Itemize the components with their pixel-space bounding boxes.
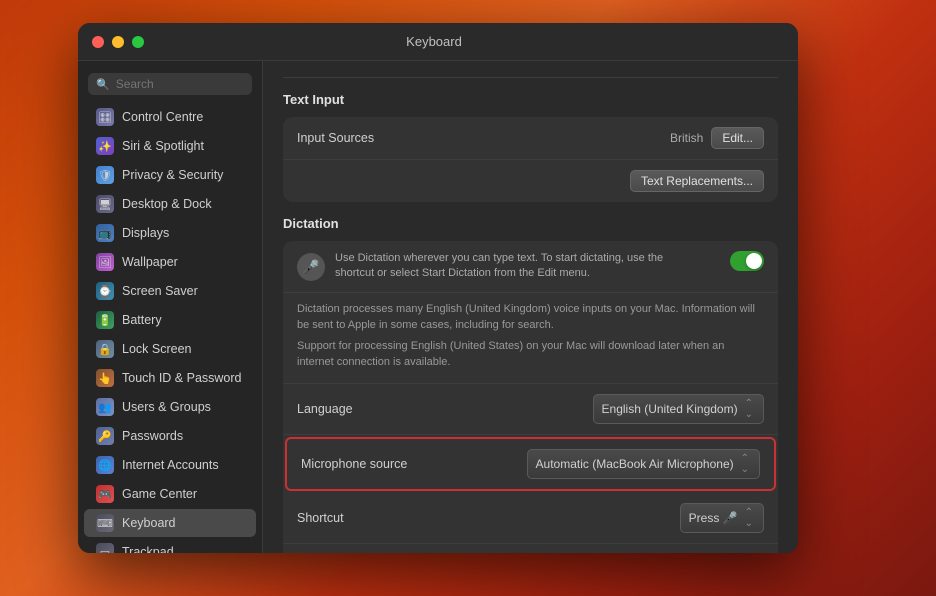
text-replacements-button[interactable]: Text Replacements...	[630, 170, 764, 192]
trackpad-icon: ▭	[96, 543, 114, 553]
sidebar: 🔍 🎛 Control Centre ✨ Siri & Spotlight 🛡 …	[78, 61, 263, 553]
chevron-up-down-icon: ⌃⌄	[745, 398, 753, 420]
sidebar-label-siri-spotlight: Siri & Spotlight	[122, 139, 204, 153]
microphone-icon: 🎤	[297, 253, 325, 281]
microphone-source-row: Microphone source Automatic (MacBook Air…	[287, 439, 774, 489]
shortcut-row: Shortcut Press 🎤 ⌃⌄	[283, 493, 778, 544]
system-preferences-window: Keyboard 🔍 🎛 Control Centre ✨ Siri & Spo…	[78, 23, 798, 553]
input-sources-label: Input Sources	[297, 131, 417, 145]
sidebar-label-users-groups: Users & Groups	[122, 400, 211, 414]
desktop-dock-icon: 🖥	[96, 195, 114, 213]
sidebar-item-passwords[interactable]: 🔑 Passwords	[84, 422, 256, 450]
privacy-security-icon: 🛡	[96, 166, 114, 184]
microphone-source-label: Microphone source	[301, 457, 441, 471]
sidebar-item-screen-saver[interactable]: ⌚ Screen Saver	[84, 277, 256, 305]
search-icon: 🔍	[96, 78, 110, 91]
sidebar-label-displays: Displays	[122, 226, 169, 240]
sidebar-label-desktop-dock: Desktop & Dock	[122, 197, 212, 211]
sidebar-item-keyboard[interactable]: ⌨ Keyboard	[84, 509, 256, 537]
internet-accounts-icon: 🌐	[96, 456, 114, 474]
shortcut-select[interactable]: Press 🎤 ⌃⌄	[680, 503, 764, 533]
passwords-icon: 🔑	[96, 427, 114, 445]
game-center-icon: 🎮	[96, 485, 114, 503]
sidebar-item-trackpad[interactable]: ▭ Trackpad	[84, 538, 256, 553]
language-label: Language	[297, 402, 437, 416]
sidebar-label-game-center: Game Center	[122, 487, 197, 501]
language-value: English (United Kingdom)	[602, 402, 738, 416]
sidebar-item-wallpaper[interactable]: 🖼 Wallpaper	[84, 248, 256, 276]
control-centre-icon: 🎛	[96, 108, 114, 126]
window-body: 🔍 🎛 Control Centre ✨ Siri & Spotlight 🛡 …	[78, 61, 798, 553]
text-replacements-row: Text Replacements...	[283, 160, 778, 202]
edit-button[interactable]: Edit...	[711, 127, 764, 149]
sidebar-label-privacy-security: Privacy & Security	[122, 168, 223, 182]
dictation-desc-line1: Use Dictation wherever you can type text…	[335, 252, 663, 264]
input-sources-value: British	[417, 131, 703, 145]
displays-icon: 📺	[96, 224, 114, 242]
microphone-select[interactable]: Automatic (MacBook Air Microphone) ⌃⌄	[527, 449, 760, 479]
sidebar-item-game-center[interactable]: 🎮 Game Center	[84, 480, 256, 508]
screen-saver-icon: ⌚	[96, 282, 114, 300]
sidebar-item-siri-spotlight[interactable]: ✨ Siri & Spotlight	[84, 132, 256, 160]
touch-id-icon: 👆	[96, 369, 114, 387]
sidebar-item-displays[interactable]: 📺 Displays	[84, 219, 256, 247]
text-input-box: Input Sources British Edit... Text Repla…	[283, 117, 778, 202]
shortcut-label: Shortcut	[297, 511, 437, 525]
sidebar-item-control-centre[interactable]: 🎛 Control Centre	[84, 103, 256, 131]
sidebar-label-internet-accounts: Internet Accounts	[122, 458, 219, 472]
sidebar-item-battery[interactable]: 🔋 Battery	[84, 306, 256, 334]
sidebar-label-passwords: Passwords	[122, 429, 183, 443]
sidebar-item-lock-screen[interactable]: 🔒 Lock Screen	[84, 335, 256, 363]
dictation-toggle-row: 🎤 Use Dictation wherever you can type te…	[283, 241, 778, 293]
dictation-toggle[interactable]	[730, 251, 764, 271]
microphone-select-control: Automatic (MacBook Air Microphone) ⌃⌄	[441, 449, 760, 479]
sidebar-item-touch-id-password[interactable]: 👆 Touch ID & Password	[84, 364, 256, 392]
shortcut-value: Press 🎤	[689, 511, 738, 525]
language-select-control: English (United Kingdom) ⌃⌄	[437, 394, 764, 424]
users-groups-icon: 👥	[96, 398, 114, 416]
microphone-source-row-highlight: Microphone source Automatic (MacBook Air…	[285, 437, 776, 491]
wallpaper-icon: 🖼	[96, 253, 114, 271]
microphone-value: Automatic (MacBook Air Microphone)	[536, 457, 734, 471]
siri-spotlight-icon: ✨	[96, 137, 114, 155]
sidebar-item-privacy-security[interactable]: 🛡 Privacy & Security	[84, 161, 256, 189]
search-box[interactable]: 🔍	[88, 73, 252, 95]
sidebar-label-trackpad: Trackpad	[122, 545, 174, 553]
sidebar-label-wallpaper: Wallpaper	[122, 255, 178, 269]
search-input[interactable]	[116, 77, 244, 91]
dictation-info-line2: Support for processing English (United S…	[297, 338, 764, 371]
dictation-box: 🎤 Use Dictation wherever you can type te…	[283, 241, 778, 553]
sidebar-label-keyboard: Keyboard	[122, 516, 176, 530]
mic-symbol: 🎤	[302, 259, 319, 276]
lock-screen-icon: 🔒	[96, 340, 114, 358]
auto-punctuation-row: Auto-punctuation	[283, 544, 778, 553]
top-divider	[283, 77, 778, 78]
sidebar-label-touch-id: Touch ID & Password	[122, 371, 242, 385]
main-content: Text Input Input Sources British Edit...…	[263, 61, 798, 553]
keyboard-icon: ⌨	[96, 514, 114, 532]
battery-icon: 🔋	[96, 311, 114, 329]
mic-chevron-icon: ⌃⌄	[741, 453, 749, 475]
sidebar-label-lock-screen: Lock Screen	[122, 342, 191, 356]
input-sources-row: Input Sources British Edit...	[283, 117, 778, 160]
dictation-desc-line2: shortcut or select Start Dictation from …	[335, 267, 590, 279]
sidebar-item-internet-accounts[interactable]: 🌐 Internet Accounts	[84, 451, 256, 479]
dictation-info-line1: Dictation processes many English (United…	[297, 301, 764, 334]
sidebar-item-users-groups[interactable]: 👥 Users & Groups	[84, 393, 256, 421]
sidebar-item-desktop-dock[interactable]: 🖥 Desktop & Dock	[84, 190, 256, 218]
sidebar-label-screen-saver: Screen Saver	[122, 284, 198, 298]
dictation-description: Use Dictation wherever you can type text…	[335, 251, 710, 282]
dictation-info: Dictation processes many English (United…	[283, 293, 778, 384]
titlebar: Keyboard	[78, 23, 798, 61]
shortcut-select-control: Press 🎤 ⌃⌄	[437, 503, 764, 533]
sidebar-label-battery: Battery	[122, 313, 162, 327]
dictation-section-title: Dictation	[283, 216, 778, 231]
language-row: Language English (United Kingdom) ⌃⌄	[283, 384, 778, 435]
language-select[interactable]: English (United Kingdom) ⌃⌄	[593, 394, 764, 424]
window-title: Keyboard	[84, 34, 784, 49]
text-input-section-title: Text Input	[283, 92, 778, 107]
sidebar-label-control-centre: Control Centre	[122, 110, 203, 124]
shortcut-chevron-icon: ⌃⌄	[745, 507, 753, 529]
